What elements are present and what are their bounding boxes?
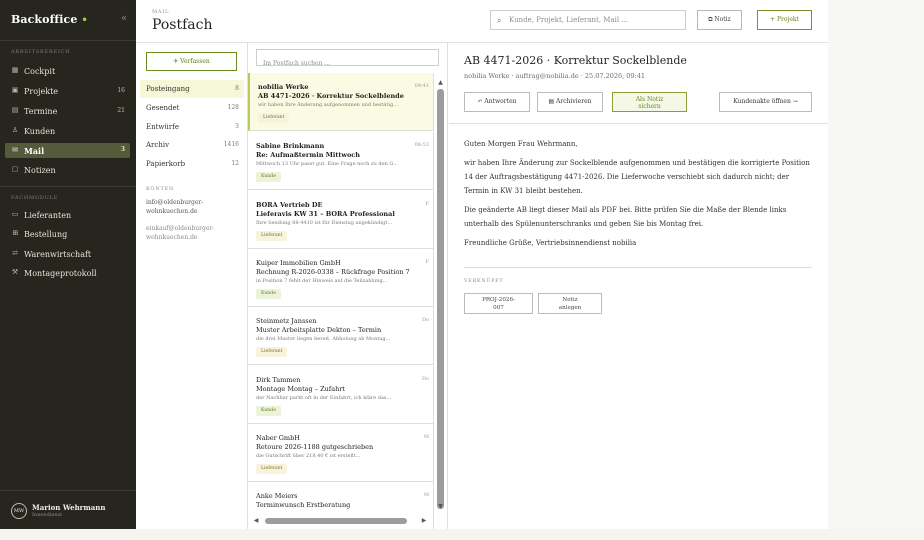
project-link-chip[interactable]: PROJ-2026- 007 bbox=[464, 293, 533, 314]
tag-badge: Lieferant bbox=[258, 113, 290, 123]
sidebar-item-kunden[interactable]: ♙ Kunden bbox=[5, 124, 130, 139]
top-bar: MAIL Postfach ⌕ ⧉ Notiz + Projekt bbox=[136, 0, 828, 43]
message-meta: nobilia Werke · auftrag@nobilia.de · 25.… bbox=[464, 72, 645, 80]
note-button[interactable]: ⧉ Notiz bbox=[697, 10, 742, 30]
calendar-icon: ▤ bbox=[11, 106, 19, 114]
message-reader: AB 4471-2026 · Korrektur Sockelblende no… bbox=[449, 43, 828, 529]
horizontal-scrollbar[interactable]: ◀ ▶ bbox=[248, 516, 434, 526]
scroll-right-icon[interactable]: ▶ bbox=[420, 516, 428, 526]
user-role: Innendienst bbox=[32, 512, 63, 518]
note-icon: ▢ bbox=[11, 165, 19, 173]
scroll-left-icon[interactable]: ◀ bbox=[252, 516, 260, 526]
folder-gesendet[interactable]: Gesendet 128 bbox=[140, 99, 244, 117]
create-note-chip[interactable]: Notiz anlegen bbox=[538, 293, 602, 314]
mail-icon: ✉ bbox=[12, 145, 18, 154]
save-as-note-button[interactable]: Als Notiz sichern bbox=[612, 92, 687, 112]
archive-button[interactable]: ▤ Archivieren bbox=[537, 92, 603, 112]
collapse-sidebar-icon[interactable]: « bbox=[121, 13, 127, 24]
message-subject: AB 4471-2026 · Korrektur Sockelblende bbox=[464, 54, 687, 67]
tools-icon: ⚒ bbox=[11, 268, 19, 276]
scroll-down-icon[interactable]: ▼ bbox=[436, 503, 445, 511]
folder-entwuerfe[interactable]: Entwürfe 3 bbox=[140, 118, 244, 136]
message-list-panel: nobilia Werke09:41AB 4471-2026 · Korrekt… bbox=[248, 43, 448, 529]
tag-badge: Kunde bbox=[256, 172, 281, 182]
truck-icon: ▭ bbox=[11, 210, 19, 218]
sidebar-item-warenwirtschaft[interactable]: ⇄ Warenwirtschaft bbox=[5, 247, 130, 262]
section-trade: FACHMODULE bbox=[11, 195, 59, 201]
message-item[interactable]: Steinmetz Janssen Do Muster Arbeitsplatte … bbox=[248, 307, 434, 365]
account-einkauf[interactable]: einkauf@oldenburger-wohnkuechen.de bbox=[146, 224, 238, 243]
message-item[interactable]: BORA Vertrieb DE F Lieferavis KW 31 – BORA… bbox=[248, 191, 434, 249]
cart-icon: ⊞ bbox=[12, 229, 18, 237]
horizontal-thumb[interactable] bbox=[265, 518, 407, 524]
section-work: ARBEITSBEREICH bbox=[11, 49, 71, 55]
accounts-heading: KONTEN bbox=[146, 186, 175, 192]
folder-archiv[interactable]: Archiv 1416 bbox=[140, 136, 244, 154]
tag-badge: Lieferant bbox=[256, 347, 288, 357]
user-profile[interactable]: MW Marion Wehrmann Innendienst bbox=[0, 490, 136, 529]
sidebar-item-notizen[interactable]: ▢ Notizen bbox=[5, 163, 130, 178]
message-body: Guten Morgen Frau Wehrmann, wir haben Ih… bbox=[464, 140, 810, 247]
tag-badge: Kunde bbox=[256, 289, 281, 299]
tag-badge: Lieferant bbox=[256, 464, 288, 474]
scroll-thumb[interactable] bbox=[437, 89, 444, 509]
reply-button[interactable]: ↶ Antworten bbox=[464, 92, 530, 112]
search-icon: ⌕ bbox=[497, 16, 502, 25]
vertical-scrollbar[interactable]: ▲ ▼ bbox=[436, 79, 445, 511]
arrows-icon: ⇄ bbox=[12, 249, 18, 257]
message-item[interactable]: Dirk Tammen Do Montage Montag – Zufahrt der… bbox=[248, 366, 434, 424]
sidebar-item-projekte[interactable]: ▣ Projekte 16 bbox=[5, 84, 130, 99]
app-window: Backoffice • « ARBEITSBEREICH ▦ Cockpit ▣… bbox=[0, 0, 924, 529]
users-icon: ♙ bbox=[11, 126, 19, 134]
sidebar: Backoffice • « ARBEITSBEREICH ▦ Cockpit ▣… bbox=[0, 0, 136, 529]
message-item[interactable]: nobilia Werke 09:41 AB 4471-2026 · Korrekt… bbox=[248, 73, 434, 131]
account-info[interactable]: info@oldenburger-wohnkuechen.de bbox=[146, 198, 238, 217]
compose-button[interactable]: ✈ Verfassen bbox=[146, 52, 237, 71]
message-item[interactable]: Sabine Brinkmann 08:53 Re: Aufmaßtermin Mi… bbox=[248, 132, 434, 190]
global-search[interactable]: ⌕ bbox=[490, 10, 686, 30]
tag-badge: Lieferant bbox=[256, 231, 288, 241]
folder-panel: ✈ Verfassen Posteingang 8 Gesendet 128 Ent… bbox=[136, 43, 248, 529]
folder-papierkorb[interactable]: Papierkorb 12 bbox=[140, 155, 244, 173]
global-search-input[interactable] bbox=[509, 13, 679, 27]
sidebar-item-termine[interactable]: ▤ Termine 21 bbox=[5, 104, 130, 119]
new-project-button[interactable]: + Projekt bbox=[757, 10, 812, 30]
linked-heading: VERKNÜPFT bbox=[464, 279, 504, 284]
mailbox-search[interactable] bbox=[256, 49, 439, 71]
sidebar-item-cockpit[interactable]: ▦ Cockpit bbox=[5, 64, 130, 79]
breadcrumb: MAIL bbox=[152, 9, 170, 15]
sidebar-item-bestellung[interactable]: ⊞ Bestellung bbox=[5, 227, 130, 242]
scroll-up-icon[interactable]: ▲ bbox=[436, 79, 445, 87]
folder-icon: ▣ bbox=[11, 86, 19, 94]
message-item[interactable]: Naber GmbH M Retoure 2026-1188 gutgeschrie… bbox=[248, 424, 434, 482]
sidebar-item-mail[interactable]: ✉ Mail 3 bbox=[5, 143, 130, 158]
sidebar-item-lieferanten[interactable]: ▭ Lieferanten bbox=[5, 208, 130, 223]
message-item[interactable]: Kuiper Immobilien GmbH F Rechnung R-2026-0… bbox=[248, 249, 434, 307]
brand-logo[interactable]: Backoffice • bbox=[11, 13, 88, 26]
sidebar-item-montageprotokoll[interactable]: ⚒ Montageprotokoll bbox=[5, 266, 130, 281]
folder-posteingang[interactable]: Posteingang 8 bbox=[140, 80, 244, 98]
open-customer-file-button[interactable]: Kundenakte öffnen → bbox=[719, 92, 812, 112]
avatar: MW bbox=[11, 503, 27, 519]
mailbox-search-input[interactable] bbox=[257, 56, 438, 71]
dashboard-icon: ▦ bbox=[11, 66, 19, 74]
user-name: Marion Wehrmann bbox=[32, 503, 106, 512]
empty-side-area bbox=[828, 0, 924, 529]
page-title: Postfach bbox=[152, 17, 213, 33]
tag-badge: Kunde bbox=[256, 406, 281, 416]
